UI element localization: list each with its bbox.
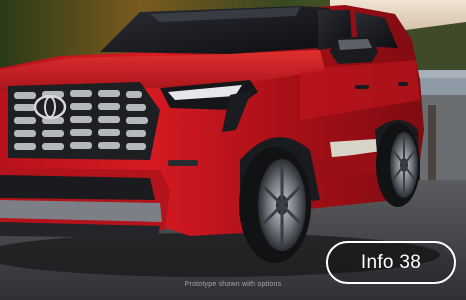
info-button[interactable]: Info 38	[326, 241, 456, 284]
front-wheel	[239, 147, 311, 263]
rear-wheel	[376, 123, 420, 207]
video-frame: Prototype shown with options Info 38	[0, 0, 466, 300]
